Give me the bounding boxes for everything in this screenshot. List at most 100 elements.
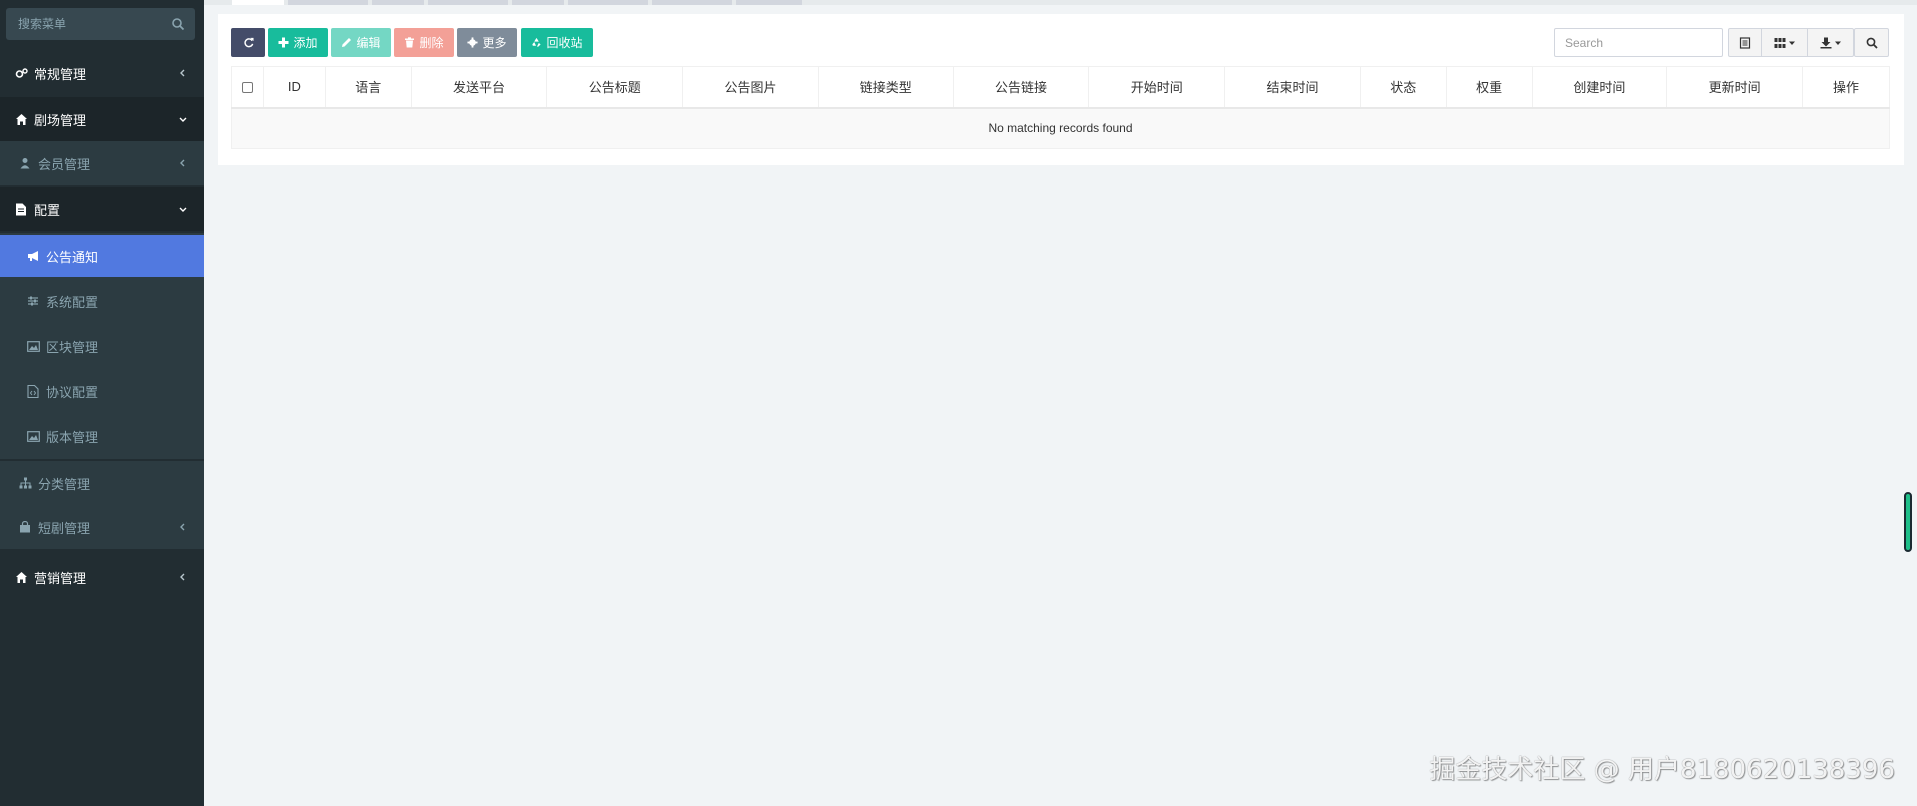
table-search-input[interactable] bbox=[1554, 28, 1723, 57]
sidebar-item-label: 短剧管理 bbox=[38, 520, 91, 536]
tab[interactable] bbox=[428, 0, 508, 5]
sidebar-item-general[interactable]: 常规管理 bbox=[0, 51, 204, 95]
chevron-left-icon bbox=[180, 523, 185, 531]
column-header[interactable]: 状态 bbox=[1359, 66, 1447, 109]
add-button[interactable]: 添加 bbox=[268, 28, 328, 57]
sitemap-icon bbox=[18, 476, 32, 490]
scroll-handle[interactable] bbox=[1904, 492, 1912, 552]
delete-label: 删除 bbox=[419, 36, 444, 50]
empty-row: No matching records found bbox=[231, 107, 1890, 149]
column-header[interactable]: 结束时间 bbox=[1224, 66, 1361, 109]
sidebar-item-system-config[interactable]: 系统配置 bbox=[0, 279, 204, 323]
caret-down-icon bbox=[1835, 41, 1841, 45]
home-icon bbox=[14, 112, 28, 126]
table-header-row: ID 语言 发送平台 公告标题 公告图片 链接类型 公告链接 开始时间 结束时间… bbox=[231, 66, 1890, 109]
sidebar-item-label: 分类管理 bbox=[38, 476, 91, 492]
bullhorn-icon bbox=[26, 249, 40, 263]
sidebar-item-block-manage[interactable]: 区块管理 bbox=[0, 324, 204, 368]
sidebar-item-theater[interactable]: 剧场管理 bbox=[0, 97, 204, 141]
sidebar-item-label: 常规管理 bbox=[34, 66, 87, 82]
column-header[interactable]: 权重 bbox=[1445, 66, 1533, 109]
add-label: 添加 bbox=[293, 36, 318, 50]
sidebar-item-agreement[interactable]: 协议配置 bbox=[0, 369, 204, 413]
column-header[interactable]: 公告链接 bbox=[952, 66, 1090, 109]
trash-icon bbox=[405, 37, 415, 48]
edit-button[interactable]: 编辑 bbox=[331, 28, 391, 57]
sidebar: 常规管理 剧场管理 会员管理 配置 公告通知 系统配置 区块管理 协议配置 bbox=[0, 0, 204, 806]
chevron-left-icon bbox=[180, 69, 185, 77]
chevron-down-icon bbox=[179, 117, 187, 122]
column-header[interactable]: 更新时间 bbox=[1666, 66, 1804, 109]
sidebar-item-version[interactable]: 版本管理 bbox=[0, 414, 204, 458]
grid-icon bbox=[1774, 37, 1786, 48]
pencil-icon bbox=[342, 38, 352, 47]
sidebar-item-label: 版本管理 bbox=[46, 429, 99, 445]
chevron-left-icon bbox=[180, 159, 185, 167]
download-icon bbox=[1820, 37, 1832, 48]
tabs-strip bbox=[204, 0, 1917, 5]
gear-icon bbox=[467, 37, 479, 48]
column-header[interactable]: 公告标题 bbox=[546, 66, 684, 109]
sidebar-item-config[interactable]: 配置 bbox=[0, 187, 204, 231]
sidebar-item-marketing[interactable]: 营销管理 bbox=[0, 555, 204, 599]
sidebar-item-label: 系统配置 bbox=[46, 294, 99, 310]
more-label: 更多 bbox=[482, 36, 507, 50]
column-header[interactable]: 公告图片 bbox=[682, 66, 819, 109]
toggle-view-button[interactable] bbox=[1728, 28, 1762, 57]
home-icon bbox=[14, 570, 28, 584]
tab[interactable] bbox=[288, 0, 368, 5]
config-submenu: 公告通知 系统配置 区块管理 协议配置 版本管理 bbox=[0, 233, 204, 459]
plus-icon bbox=[278, 37, 289, 48]
file-code-icon bbox=[26, 384, 40, 398]
column-header[interactable]: 创建时间 bbox=[1531, 66, 1668, 109]
recycle-bin-button[interactable]: 回收站 bbox=[521, 28, 593, 57]
sidebar-item-label: 会员管理 bbox=[38, 156, 91, 172]
content-panel: 添加 编辑 删除 更多 回收站 I bbox=[218, 14, 1904, 165]
tab[interactable] bbox=[372, 0, 424, 5]
cogs-icon bbox=[14, 66, 28, 80]
watermark: 掘金技术社区 @ 用户8180620138396 bbox=[1429, 755, 1895, 785]
sidebar-item-shortdrama[interactable]: 短剧管理 bbox=[0, 505, 204, 549]
recycle-label: 回收站 bbox=[546, 36, 583, 50]
tab[interactable] bbox=[512, 0, 564, 5]
column-header[interactable]: 开始时间 bbox=[1088, 66, 1226, 109]
tab[interactable] bbox=[736, 0, 802, 5]
delete-button[interactable]: 删除 bbox=[394, 28, 454, 57]
refresh-icon bbox=[243, 37, 254, 48]
user-icon bbox=[18, 156, 32, 170]
shopping-bag-icon bbox=[18, 520, 32, 534]
sidebar-item-label: 公告通知 bbox=[46, 249, 99, 265]
column-header[interactable]: 链接类型 bbox=[817, 66, 954, 109]
column-header[interactable]: 语言 bbox=[324, 66, 412, 109]
empty-message: No matching records found bbox=[231, 107, 1890, 149]
menu-search-input[interactable] bbox=[6, 8, 195, 40]
sidebar-item-label: 区块管理 bbox=[46, 339, 99, 355]
list-icon bbox=[1739, 36, 1751, 49]
sidebar-item-announcement[interactable]: 公告通知 bbox=[0, 235, 204, 277]
chevron-left-icon bbox=[180, 573, 185, 581]
sidebar-item-category[interactable]: 分类管理 bbox=[0, 461, 204, 505]
caret-down-icon bbox=[1789, 41, 1795, 45]
tab[interactable] bbox=[652, 0, 732, 5]
search-icon bbox=[1866, 37, 1878, 49]
sidebar-item-label: 营销管理 bbox=[34, 570, 87, 586]
tab[interactable] bbox=[232, 0, 284, 5]
column-header[interactable]: 发送平台 bbox=[410, 66, 548, 109]
search-icon bbox=[172, 18, 185, 31]
edit-label: 编辑 bbox=[356, 36, 381, 50]
refresh-button[interactable] bbox=[231, 28, 265, 57]
columns-button[interactable] bbox=[1762, 28, 1808, 57]
sidebar-item-members[interactable]: 会员管理 bbox=[0, 141, 204, 185]
file-text-icon bbox=[14, 202, 28, 216]
more-button[interactable]: 更多 bbox=[457, 28, 517, 57]
tab[interactable] bbox=[568, 0, 648, 5]
image-icon bbox=[26, 429, 40, 443]
select-all-checkbox[interactable] bbox=[241, 82, 253, 94]
column-header[interactable]: ID bbox=[262, 66, 326, 109]
sidebar-item-label: 剧场管理 bbox=[34, 112, 87, 128]
recycle-icon bbox=[532, 37, 542, 47]
advanced-search-button[interactable] bbox=[1854, 28, 1889, 57]
export-button[interactable] bbox=[1808, 28, 1854, 57]
sidebar-item-label: 协议配置 bbox=[46, 384, 99, 400]
chevron-down-icon bbox=[179, 207, 187, 212]
